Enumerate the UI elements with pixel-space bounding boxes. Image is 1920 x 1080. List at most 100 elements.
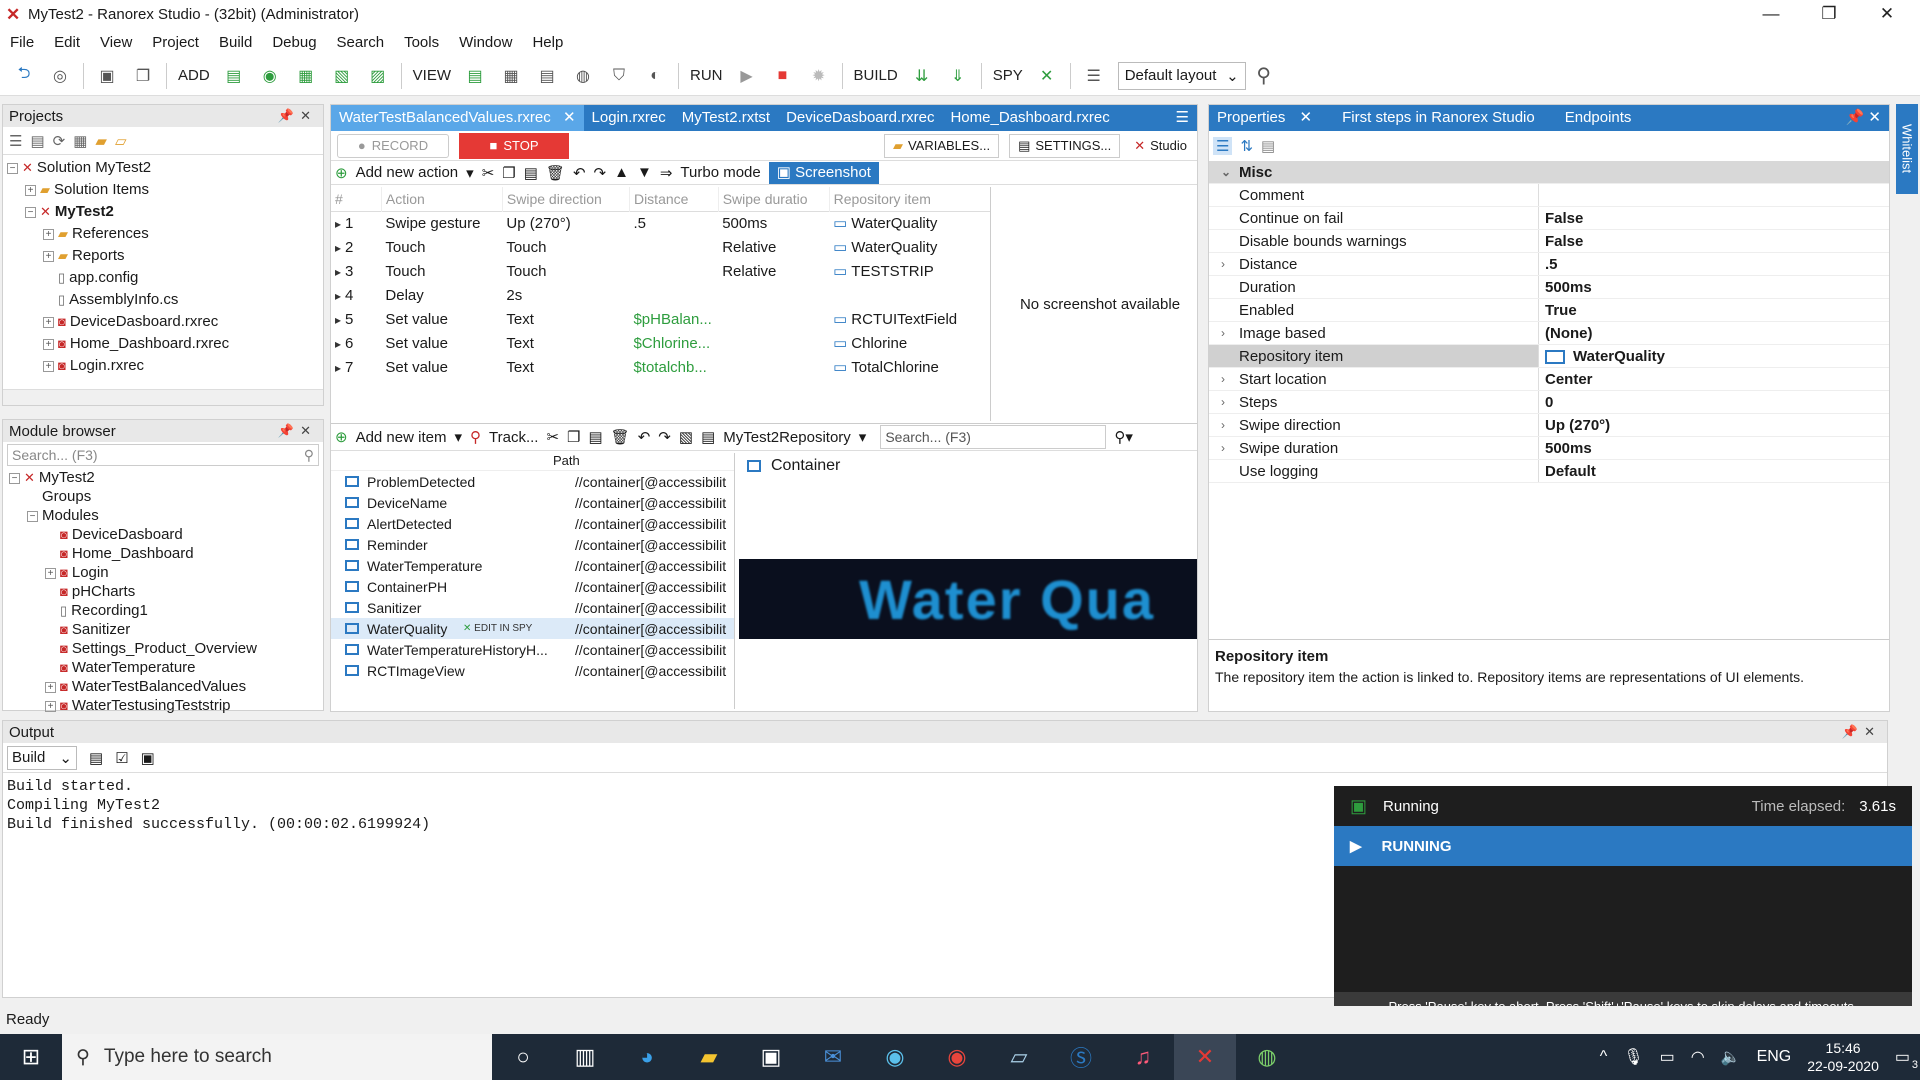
minimize-button[interactable]: —	[1742, 0, 1800, 30]
property-value-cell[interactable]: 500ms	[1539, 276, 1889, 298]
action-repo-cell[interactable]: ▭ TotalChlorine	[829, 355, 990, 379]
expand-icon[interactable]: +	[43, 360, 54, 372]
module-tree-item[interactable]: ◙ Settings_Product_Overview	[9, 639, 317, 658]
property-row[interactable]: Repository item WaterQuality	[1209, 345, 1889, 368]
module-tree-item[interactable]: ▯ Recording1	[9, 601, 317, 620]
store-icon[interactable]: ▣	[740, 1034, 802, 1080]
column-header[interactable]: Distance	[629, 187, 719, 211]
action-p3-cell[interactable]	[718, 355, 829, 379]
module-tree-item[interactable]: − ✕ MyTest2	[9, 468, 317, 487]
variables-button[interactable]: ▰ VARIABLES...	[883, 133, 1000, 158]
turbo-mode-toggle[interactable]: Turbo mode	[680, 164, 760, 181]
expand-icon[interactable]: +	[45, 700, 56, 712]
pin-close-icons[interactable]: 📌 ✕	[1838, 105, 1889, 131]
action-repo-cell[interactable]: ▭ Chlorine	[829, 331, 990, 355]
action-repo-cell[interactable]	[829, 283, 990, 307]
action-p1-cell[interactable]: Text	[502, 355, 629, 379]
chevron-right-icon[interactable]: ›	[1221, 437, 1225, 460]
restore-button[interactable]: ❐	[1800, 0, 1858, 30]
repository-select[interactable]: MyTest2Repository	[723, 429, 851, 446]
file-explorer-icon[interactable]: ▰	[678, 1034, 740, 1080]
paste-icon[interactable]: ▤	[524, 164, 538, 182]
collapse-icon[interactable]: ☰	[9, 132, 22, 150]
action-p3-cell[interactable]	[718, 283, 829, 307]
layout-select[interactable]: Default layout ⌄	[1117, 61, 1246, 90]
copy-output-icon[interactable]: ▣	[141, 749, 155, 767]
undo-icon[interactable]: ↶	[638, 428, 651, 446]
add-folder-icon[interactable]: ▤	[218, 61, 250, 91]
forward-icon[interactable]: ◎	[44, 61, 76, 91]
add-code-module-icon[interactable]: ▦	[290, 61, 322, 91]
module-search-input[interactable]: Search... (F3) ⚲	[7, 444, 319, 466]
property-row[interactable]: Enabled True	[1209, 299, 1889, 322]
collapse-icon[interactable]: −	[9, 472, 20, 484]
property-row[interactable]: › Start location Center	[1209, 368, 1889, 391]
action-p2-cell[interactable]: $Chlorine...	[629, 331, 718, 355]
output-source-select[interactable]: Build ⌄	[7, 745, 77, 770]
action-p1-cell[interactable]: 2s	[502, 283, 629, 307]
property-row[interactable]: › Swipe direction Up (270°)	[1209, 414, 1889, 437]
ranorex-taskbar-icon[interactable]: ✕	[1174, 1034, 1236, 1080]
tab-properties[interactable]: Properties ✕	[1209, 105, 1321, 131]
paste-icon[interactable]: ▤	[588, 428, 602, 446]
debug-icon[interactable]: ✹	[803, 61, 835, 91]
save-icon[interactable]: ▣	[91, 61, 123, 91]
spy-icon[interactable]: ✕	[1031, 61, 1063, 91]
action-action-cell[interactable]: Set value	[381, 307, 502, 331]
back-icon[interactable]: ⮌	[8, 61, 40, 91]
rebuild-icon[interactable]: ⇓	[942, 61, 974, 91]
property-value-cell[interactable]: Default	[1539, 460, 1889, 482]
action-p1-cell[interactable]: Text	[502, 307, 629, 331]
shield-icon[interactable]: ⛉	[603, 61, 635, 91]
browser-icon[interactable]: ◉	[864, 1034, 926, 1080]
volume-icon[interactable]: 🔈	[1721, 1047, 1741, 1067]
column-header[interactable]: Action	[381, 187, 503, 211]
repository-item[interactable]: ProblemDetected //container[@accessibilit	[331, 471, 734, 492]
module-tree-item[interactable]: ◙ Sanitizer	[9, 620, 317, 639]
toggle-wrap-icon[interactable]: ☑	[115, 749, 128, 767]
start-windows-icon[interactable]: ⊞	[0, 1034, 62, 1080]
add-file-icon[interactable]: ▨	[362, 61, 394, 91]
property-value-cell[interactable]: True	[1539, 299, 1889, 321]
action-p3-cell[interactable]	[718, 307, 829, 331]
property-value-cell[interactable]: 500ms	[1539, 437, 1889, 459]
project-tree-item[interactable]: + ◙ Home_Dashboard.rxrec	[7, 333, 319, 355]
module-tree-item[interactable]: + ◙ WaterTestusingTeststrip	[9, 696, 317, 715]
project-tree-item[interactable]: + ▰ References	[7, 223, 319, 245]
expand-icon[interactable]: +	[43, 228, 54, 240]
mail-icon[interactable]: ✉	[802, 1034, 864, 1080]
search-icon[interactable]: ⚲	[1248, 61, 1280, 91]
misc-category[interactable]: ⌄ Misc	[1209, 161, 1889, 184]
screenshot-toggle[interactable]: ▣ Screenshot	[768, 161, 879, 184]
notification-icon[interactable]: ▭ 3	[1895, 1047, 1918, 1071]
chevron-up-icon[interactable]: ^	[1600, 1048, 1608, 1066]
whitelist-side-tab[interactable]: Whitelist	[1896, 104, 1918, 194]
menu-window[interactable]: Window	[449, 30, 522, 56]
globe-app-icon[interactable]: ◍	[1236, 1034, 1298, 1080]
property-row[interactable]: Use logging Default	[1209, 460, 1889, 483]
wifi-icon[interactable]: ◠	[1691, 1047, 1705, 1067]
close-icon[interactable]: ✕	[1300, 109, 1313, 126]
open-folder-icon[interactable]: ▱	[115, 132, 127, 150]
studio-button[interactable]: ✕ Studio	[1130, 134, 1191, 158]
settings-button[interactable]: ▤ SETTINGS...	[1009, 133, 1121, 158]
edge-icon[interactable]: ◕	[616, 1034, 678, 1080]
add-new-item-button[interactable]: Add new item	[356, 429, 447, 446]
chevron-right-icon[interactable]: ›	[1221, 322, 1225, 345]
move-down-icon[interactable]: ▼	[637, 164, 652, 181]
action-repo-cell[interactable]: ▭ RCTUITextField	[829, 307, 990, 331]
repository-item[interactable]: ContainerPH //container[@accessibilit	[331, 576, 734, 597]
module-tree-item[interactable]: Groups	[9, 487, 317, 506]
add-recording-icon[interactable]: ◉	[254, 61, 286, 91]
action-p2-cell[interactable]	[629, 259, 718, 283]
collapse-icon[interactable]: −	[27, 510, 38, 522]
action-action-cell[interactable]: Set value	[381, 331, 502, 355]
expand-icon[interactable]: +	[25, 184, 36, 196]
action-action-cell[interactable]: Set value	[381, 355, 502, 379]
music-icon[interactable]: ♫	[1112, 1034, 1174, 1080]
repository-item[interactable]: DeviceName //container[@accessibilit	[331, 492, 734, 513]
action-repo-cell[interactable]: ▭ WaterQuality	[829, 235, 990, 259]
property-row[interactable]: › Distance .5	[1209, 253, 1889, 276]
action-action-cell[interactable]: Touch	[381, 259, 502, 283]
property-value-cell[interactable]: False	[1539, 230, 1889, 252]
